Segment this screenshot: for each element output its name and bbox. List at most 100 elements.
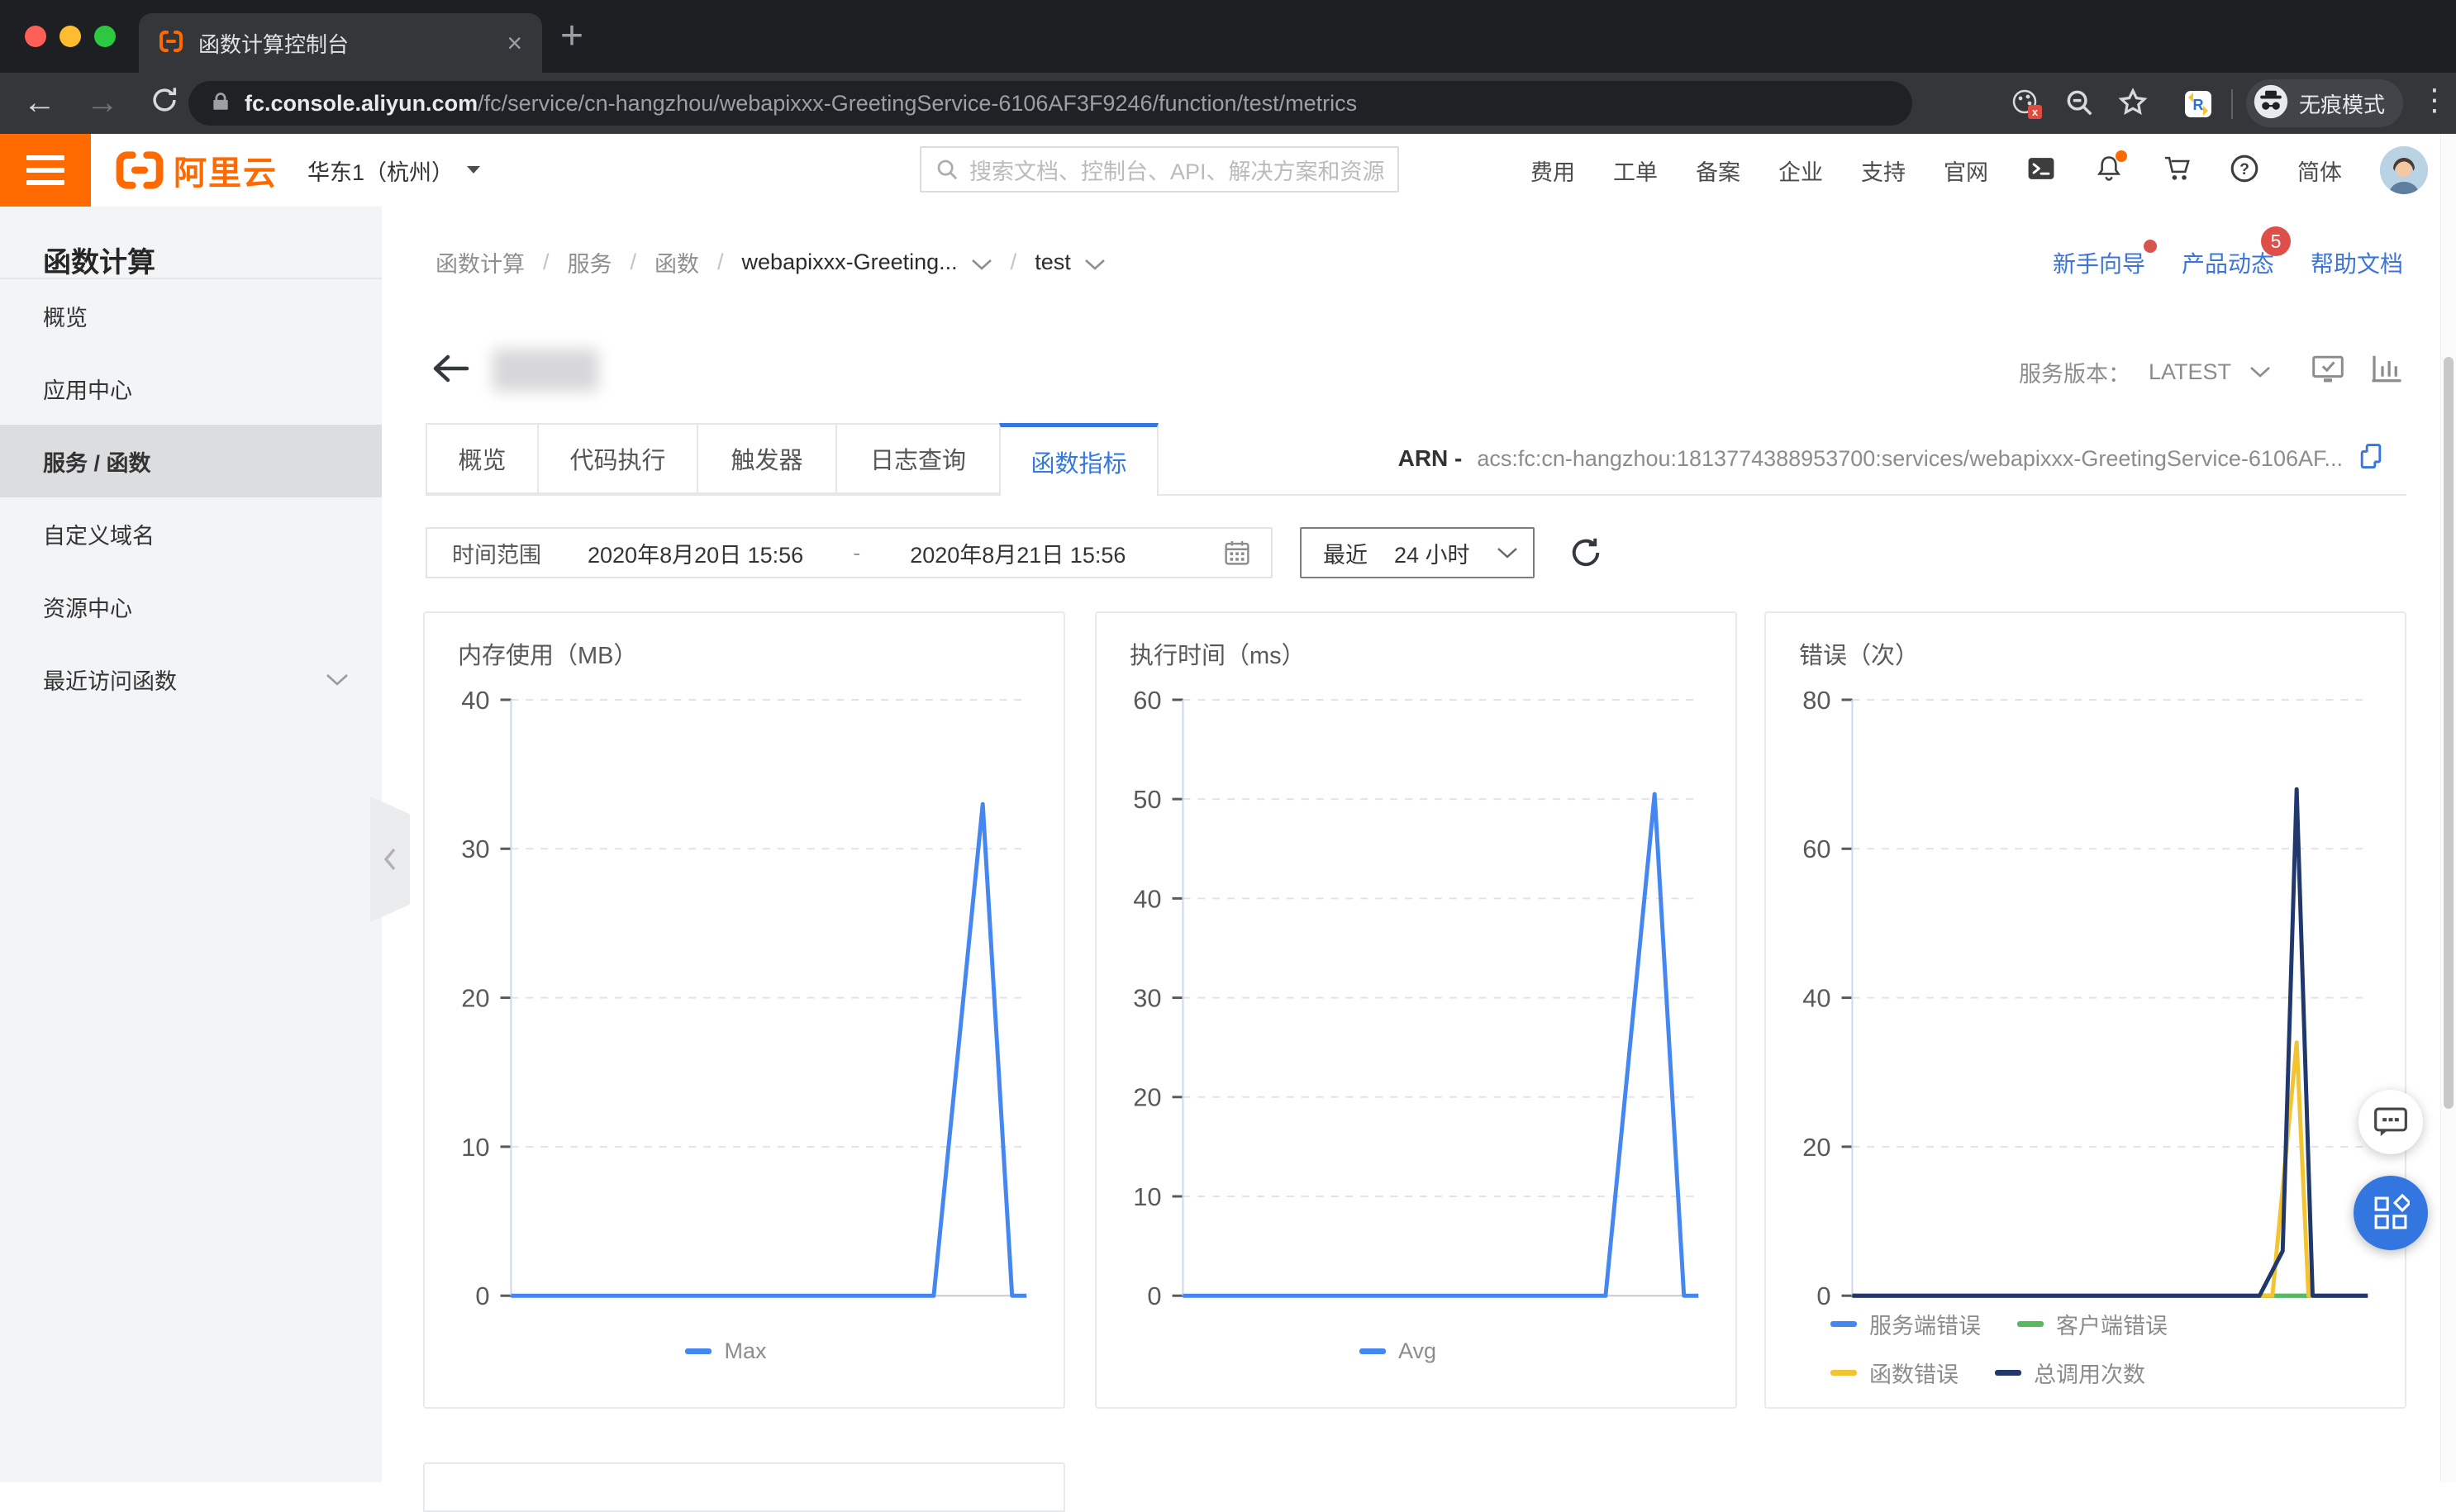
service-version-value[interactable]: LATEST <box>2149 359 2231 385</box>
browser-reload-icon[interactable] <box>149 84 180 124</box>
nav-item-billing[interactable]: 费用 <box>1530 155 1575 187</box>
chart-panel-next-partial <box>423 1462 1065 1512</box>
chart-panel-memory: 010203040 内存使用（MB） Max <box>423 611 1065 1409</box>
chart-title: 内存使用（MB） <box>458 636 638 671</box>
sidebar-item-overview[interactable]: 概览 <box>0 279 382 352</box>
legend-label: 总调用次数 <box>2034 1357 2145 1389</box>
sidebar: 函数计算 概览 应用中心 服务 / 函数 自定义域名 资源中心 最近访问函数 <box>0 207 382 1482</box>
sidebar-item-services-functions[interactable]: 服务 / 函数 <box>0 425 382 497</box>
chevron-down-icon[interactable] <box>971 251 992 277</box>
function-tabs: 概览 代码执行 触发器 日志查询 函数指标 <box>426 423 1159 496</box>
legend-item[interactable]: Max <box>685 1338 766 1364</box>
macos-zoom-button[interactable] <box>94 26 116 47</box>
feedback-chat-button[interactable] <box>2358 1090 2423 1154</box>
extension-palette-icon[interactable]: x <box>2010 87 2043 124</box>
chat-bubble-icon <box>2373 1105 2409 1139</box>
chevron-down-icon <box>326 667 349 692</box>
legend-swatch <box>1830 1321 1857 1327</box>
legend-label: 客户端错误 <box>2056 1308 2168 1340</box>
macos-close-button[interactable] <box>25 26 46 47</box>
notification-dot <box>2116 150 2127 162</box>
browser-forward-icon[interactable]: → <box>86 84 119 121</box>
chevron-down-icon[interactable] <box>1084 251 1106 277</box>
console-search-input[interactable]: 搜索文档、控制台、API、解决方案和资源 <box>920 146 1399 193</box>
url-text: fc.console.aliyun.com/fc/service/cn-hang… <box>245 91 1357 116</box>
page-scrollbar-thumb[interactable] <box>2444 357 2454 1109</box>
chart-panel-errors: 020406080 错误（次） 服务端错误客户端错误函数错误总调用次数 <box>1764 611 2406 1409</box>
new-tab-icon[interactable]: + <box>560 17 583 56</box>
link-beginner-guide[interactable]: 新手向导 <box>2053 246 2145 279</box>
products-menu-button[interactable] <box>0 134 91 207</box>
refresh-icon[interactable] <box>1568 535 1603 570</box>
time-range-picker[interactable]: 时间范围 2020年8月20日 15:56 - 2020年8月21日 15:56 <box>426 527 1273 578</box>
copy-icon[interactable] <box>2358 442 2384 476</box>
macos-minimize-button[interactable] <box>59 26 81 47</box>
zoom-icon[interactable] <box>2063 87 2095 122</box>
legend-label: 服务端错误 <box>1869 1308 1981 1340</box>
sidebar-item-recent-functions[interactable]: 最近访问函数 <box>0 643 382 716</box>
help-icon[interactable]: ? <box>2230 154 2259 188</box>
back-arrow-icon[interactable] <box>431 354 469 388</box>
nav-item-website[interactable]: 官网 <box>1944 155 1988 187</box>
legend-item[interactable]: 服务端错误 <box>1830 1308 1981 1340</box>
sidebar-item-resource-center[interactable]: 资源中心 <box>0 570 382 643</box>
sidebar-item-custom-domains[interactable]: 自定义域名 <box>0 497 382 570</box>
extension-recorder-icon[interactable]: R <box>2183 89 2213 123</box>
aliyun-logo[interactable]: 阿里云 <box>114 134 278 207</box>
breadcrumb-service-name[interactable]: webapixxx-Greeting... <box>742 250 958 275</box>
address-bar[interactable]: fc.console.aliyun.com/fc/service/cn-hang… <box>188 81 1912 126</box>
region-selector[interactable]: 华东1（杭州） <box>307 134 482 207</box>
quick-links: 新手向导 产品动态5 帮助文档 <box>2053 246 2403 279</box>
monitor-check-icon[interactable] <box>2311 354 2345 391</box>
toolbar-separator <box>2231 89 2233 119</box>
search-placeholder: 搜索文档、控制台、API、解决方案和资源 <box>969 154 1384 186</box>
calendar-icon[interactable] <box>1223 539 1251 567</box>
apps-grid-icon <box>2372 1194 2410 1232</box>
cloudshell-icon[interactable] <box>2026 154 2056 188</box>
browser-tab[interactable]: 函数计算控制台 × <box>139 13 542 73</box>
cart-icon[interactable] <box>2162 154 2192 188</box>
apps-shortcut-button[interactable] <box>2354 1176 2428 1250</box>
language-switch[interactable]: 简体 <box>2297 155 2342 187</box>
sidebar-item-app-center[interactable]: 应用中心 <box>0 352 382 425</box>
breadcrumb-function-name[interactable]: test <box>1035 250 1071 275</box>
legend-item[interactable]: 总调用次数 <box>1995 1357 2145 1389</box>
link-help-docs[interactable]: 帮助文档 <box>2311 246 2403 279</box>
breadcrumb-fc[interactable]: 函数计算 <box>436 246 525 278</box>
svg-text:60: 60 <box>1802 834 1830 863</box>
tab-function-metrics[interactable]: 函数指标 <box>999 423 1159 496</box>
bookmark-star-icon[interactable] <box>2117 87 2149 122</box>
page-scrollbar-track[interactable] <box>2440 134 2456 1482</box>
time-range-start: 2020年8月20日 15:56 <box>588 537 803 569</box>
tab-close-icon[interactable]: × <box>507 30 522 56</box>
browser-menu-icon[interactable]: ⋮ <box>2420 83 2449 117</box>
browser-back-icon[interactable]: ← <box>23 84 56 121</box>
aliyun-logo-text: 阿里云 <box>174 146 278 194</box>
legend-item[interactable]: 客户端错误 <box>2017 1308 2168 1340</box>
legend-item[interactable]: 函数错误 <box>1830 1357 1959 1389</box>
breadcrumb-function[interactable]: 函数 <box>654 246 699 278</box>
link-product-news[interactable]: 产品动态5 <box>2182 246 2274 279</box>
svg-text:0: 0 <box>475 1281 489 1310</box>
nav-item-enterprise[interactable]: 企业 <box>1778 155 1823 187</box>
notifications-bell-icon[interactable] <box>2094 154 2124 188</box>
page-body: 函数计算 概览 应用中心 服务 / 函数 自定义域名 资源中心 最近访问函数 函… <box>0 207 2456 1482</box>
tab-overview[interactable]: 概览 <box>426 423 539 494</box>
nav-item-support[interactable]: 支持 <box>1861 155 1906 187</box>
breadcrumb-service[interactable]: 服务 <box>568 246 612 278</box>
user-avatar[interactable] <box>2380 146 2428 194</box>
svg-text:20: 20 <box>1802 1133 1830 1162</box>
nav-item-icp[interactable]: 备案 <box>1696 155 1740 187</box>
bar-chart-icon[interactable] <box>2370 354 2403 391</box>
chevron-down-icon[interactable] <box>2249 366 2271 378</box>
tab-triggers[interactable]: 触发器 <box>697 423 837 494</box>
legend-item[interactable]: Avg <box>1359 1338 1436 1364</box>
legend-label: Max <box>724 1338 766 1364</box>
nav-item-tickets[interactable]: 工单 <box>1613 155 1658 187</box>
tab-log-query[interactable]: 日志查询 <box>835 423 1001 494</box>
quick-range-select[interactable]: 最近 24 小时 <box>1300 527 1535 578</box>
tab-code-execution[interactable]: 代码执行 <box>537 423 698 494</box>
svg-text:20: 20 <box>1133 1083 1161 1112</box>
legend-label: 函数错误 <box>1869 1357 1959 1389</box>
chart-panel-duration: 0102030405060 执行时间（ms） Avg <box>1095 611 1737 1409</box>
